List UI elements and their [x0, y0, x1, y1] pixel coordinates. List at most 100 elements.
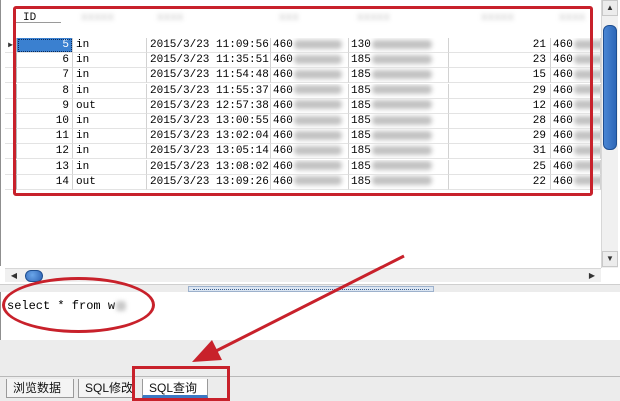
row-indicator[interactable] — [5, 174, 17, 190]
arrow-left-icon[interactable]: ◀ — [7, 269, 21, 283]
cell-last[interactable]: 460 — [551, 53, 601, 69]
sql-editor[interactable]: select * from w — [0, 292, 620, 340]
cell-time[interactable]: 2015/3/23 11:55:37 — [147, 83, 271, 99]
row-indicator[interactable] — [5, 159, 17, 175]
cell-number[interactable]: 15 — [449, 68, 551, 84]
cell-time[interactable]: 2015/3/23 11:54:48 — [147, 68, 271, 84]
cell-type[interactable]: in — [73, 83, 147, 99]
cell-phone-1[interactable]: 460 — [271, 144, 349, 160]
sql-editor-text[interactable]: select * from w — [7, 299, 127, 313]
cell-last[interactable]: 460 — [551, 98, 601, 114]
cell-phone-2[interactable]: 185 — [349, 114, 449, 129]
cell-time[interactable]: 2015/3/23 13:09:26 — [147, 174, 271, 190]
cell-last[interactable]: 460 — [551, 159, 601, 175]
cell-id[interactable]: 11 — [17, 129, 73, 145]
column-header-blurred[interactable]: xxxx — [151, 4, 211, 32]
cell-time[interactable]: 2015/3/23 11:35:51 — [147, 53, 271, 69]
cell-phone-1[interactable]: 460 — [271, 114, 349, 129]
table-row[interactable]: 10 in 2015/3/23 13:00:55 460 185 28 460 — [5, 114, 601, 129]
table-row[interactable]: ▶ 5 in 2015/3/23 11:09:56 460 130 21 460 — [5, 38, 601, 53]
cell-phone-2[interactable]: 185 — [349, 68, 449, 84]
cell-phone-2[interactable]: 185 — [349, 83, 449, 99]
cell-id[interactable]: 9 — [17, 98, 73, 114]
table-row[interactable]: 14 out 2015/3/23 13:09:26 460 185 22 460 — [5, 174, 601, 190]
row-indicator[interactable] — [5, 129, 17, 145]
cell-last[interactable]: 460 — [551, 38, 601, 53]
tab-sql-modify[interactable]: SQL修改 — [78, 379, 134, 398]
column-header-blurred[interactable]: xxxxx — [351, 4, 411, 32]
cell-type[interactable]: in — [73, 159, 147, 175]
table-row[interactable]: 11 in 2015/3/23 13:02:04 460 185 29 460 — [5, 129, 601, 145]
table-row[interactable]: 6 in 2015/3/23 11:35:51 460 185 23 460 — [5, 53, 601, 69]
cell-last[interactable]: 460 — [551, 174, 601, 190]
vertical-scrollbar[interactable]: ▲ ▼ — [601, 0, 618, 268]
cell-time[interactable]: 2015/3/23 13:08:02 — [147, 159, 271, 175]
cell-phone-1[interactable]: 460 — [271, 38, 349, 53]
horizontal-scroll-thumb[interactable] — [25, 270, 43, 282]
cell-time[interactable]: 2015/3/23 12:57:38 — [147, 98, 271, 114]
cell-phone-2[interactable]: 185 — [349, 144, 449, 160]
panel-splitter[interactable] — [0, 284, 620, 292]
cell-time[interactable]: 2015/3/23 13:00:55 — [147, 114, 271, 129]
row-indicator[interactable] — [5, 68, 17, 84]
table-row[interactable]: 8 in 2015/3/23 11:55:37 460 185 29 460 — [5, 83, 601, 99]
cell-number[interactable]: 25 — [449, 159, 551, 175]
table-row[interactable]: 9 out 2015/3/23 12:57:38 460 185 12 460 — [5, 98, 601, 114]
cell-phone-1[interactable]: 460 — [271, 83, 349, 99]
cell-phone-2[interactable]: 185 — [349, 129, 449, 145]
cell-type[interactable]: in — [73, 129, 147, 145]
cell-type[interactable]: in — [73, 114, 147, 129]
cell-type[interactable]: in — [73, 68, 147, 84]
cell-id[interactable]: 10 — [17, 114, 73, 129]
row-indicator[interactable] — [5, 144, 17, 160]
row-indicator[interactable] — [5, 53, 17, 69]
cell-last[interactable]: 460 — [551, 68, 601, 84]
arrow-right-icon[interactable]: ▶ — [585, 269, 599, 283]
cell-phone-2[interactable]: 185 — [349, 98, 449, 114]
cell-type[interactable]: in — [73, 144, 147, 160]
cell-last[interactable]: 460 — [551, 114, 601, 129]
column-header-blurred[interactable]: xxx — [273, 4, 323, 32]
vertical-scroll-thumb[interactable] — [603, 25, 617, 150]
cell-id[interactable]: 8 — [17, 83, 73, 99]
cell-type[interactable]: out — [73, 98, 147, 114]
cell-phone-1[interactable]: 460 — [271, 53, 349, 69]
cell-number[interactable]: 29 — [449, 129, 551, 145]
table-row[interactable]: 12 in 2015/3/23 13:05:14 460 185 31 460 — [5, 144, 601, 160]
cell-time[interactable]: 2015/3/23 13:02:04 — [147, 129, 271, 145]
column-header-id[interactable]: ID — [17, 4, 73, 32]
row-indicator[interactable]: ▶ — [5, 38, 17, 53]
cell-number[interactable]: 12 — [449, 98, 551, 114]
cell-id[interactable]: 12 — [17, 144, 73, 160]
cell-phone-1[interactable]: 460 — [271, 159, 349, 175]
tab-sql-query[interactable]: SQL查询 — [142, 379, 208, 398]
cell-number[interactable]: 22 — [449, 174, 551, 190]
column-header-blurred[interactable]: xxxxx — [475, 4, 535, 32]
table-row[interactable]: 13 in 2015/3/23 13:08:02 460 185 25 460 — [5, 159, 601, 175]
cell-number[interactable]: 28 — [449, 114, 551, 129]
cell-phone-2[interactable]: 185 — [349, 174, 449, 190]
cell-number[interactable]: 21 — [449, 38, 551, 53]
cell-id[interactable]: 14 — [17, 174, 73, 190]
cell-number[interactable]: 31 — [449, 144, 551, 160]
horizontal-scrollbar[interactable]: ◀ ▶ — [5, 268, 601, 282]
cell-id[interactable]: 13 — [17, 159, 73, 175]
cell-time[interactable]: 2015/3/23 13:05:14 — [147, 144, 271, 160]
cell-last[interactable]: 460 — [551, 83, 601, 99]
cell-last[interactable]: 460 — [551, 144, 601, 160]
cell-time[interactable]: 2015/3/23 11:09:56 — [147, 38, 271, 53]
row-indicator[interactable] — [5, 114, 17, 129]
result-grid[interactable]: ID xxxxx xxxx xxx xxxxx xxxxx xxxx ▶ 5 in 2… — [5, 0, 601, 266]
cell-type[interactable]: out — [73, 174, 147, 190]
cell-type[interactable]: in — [73, 38, 147, 53]
row-indicator[interactable] — [5, 83, 17, 99]
table-row[interactable]: 7 in 2015/3/23 11:54:48 460 185 15 460 — [5, 68, 601, 84]
cell-id[interactable]: 6 — [17, 53, 73, 69]
tab-browse-data[interactable]: 浏览数据 — [6, 379, 74, 398]
column-header-blurred[interactable]: xxxxx — [75, 4, 135, 32]
cell-phone-2[interactable]: 130 — [349, 38, 449, 53]
cell-phone-1[interactable]: 460 — [271, 174, 349, 190]
row-indicator[interactable] — [5, 98, 17, 114]
cell-type[interactable]: in — [73, 53, 147, 69]
arrow-up-icon[interactable]: ▲ — [602, 0, 618, 16]
